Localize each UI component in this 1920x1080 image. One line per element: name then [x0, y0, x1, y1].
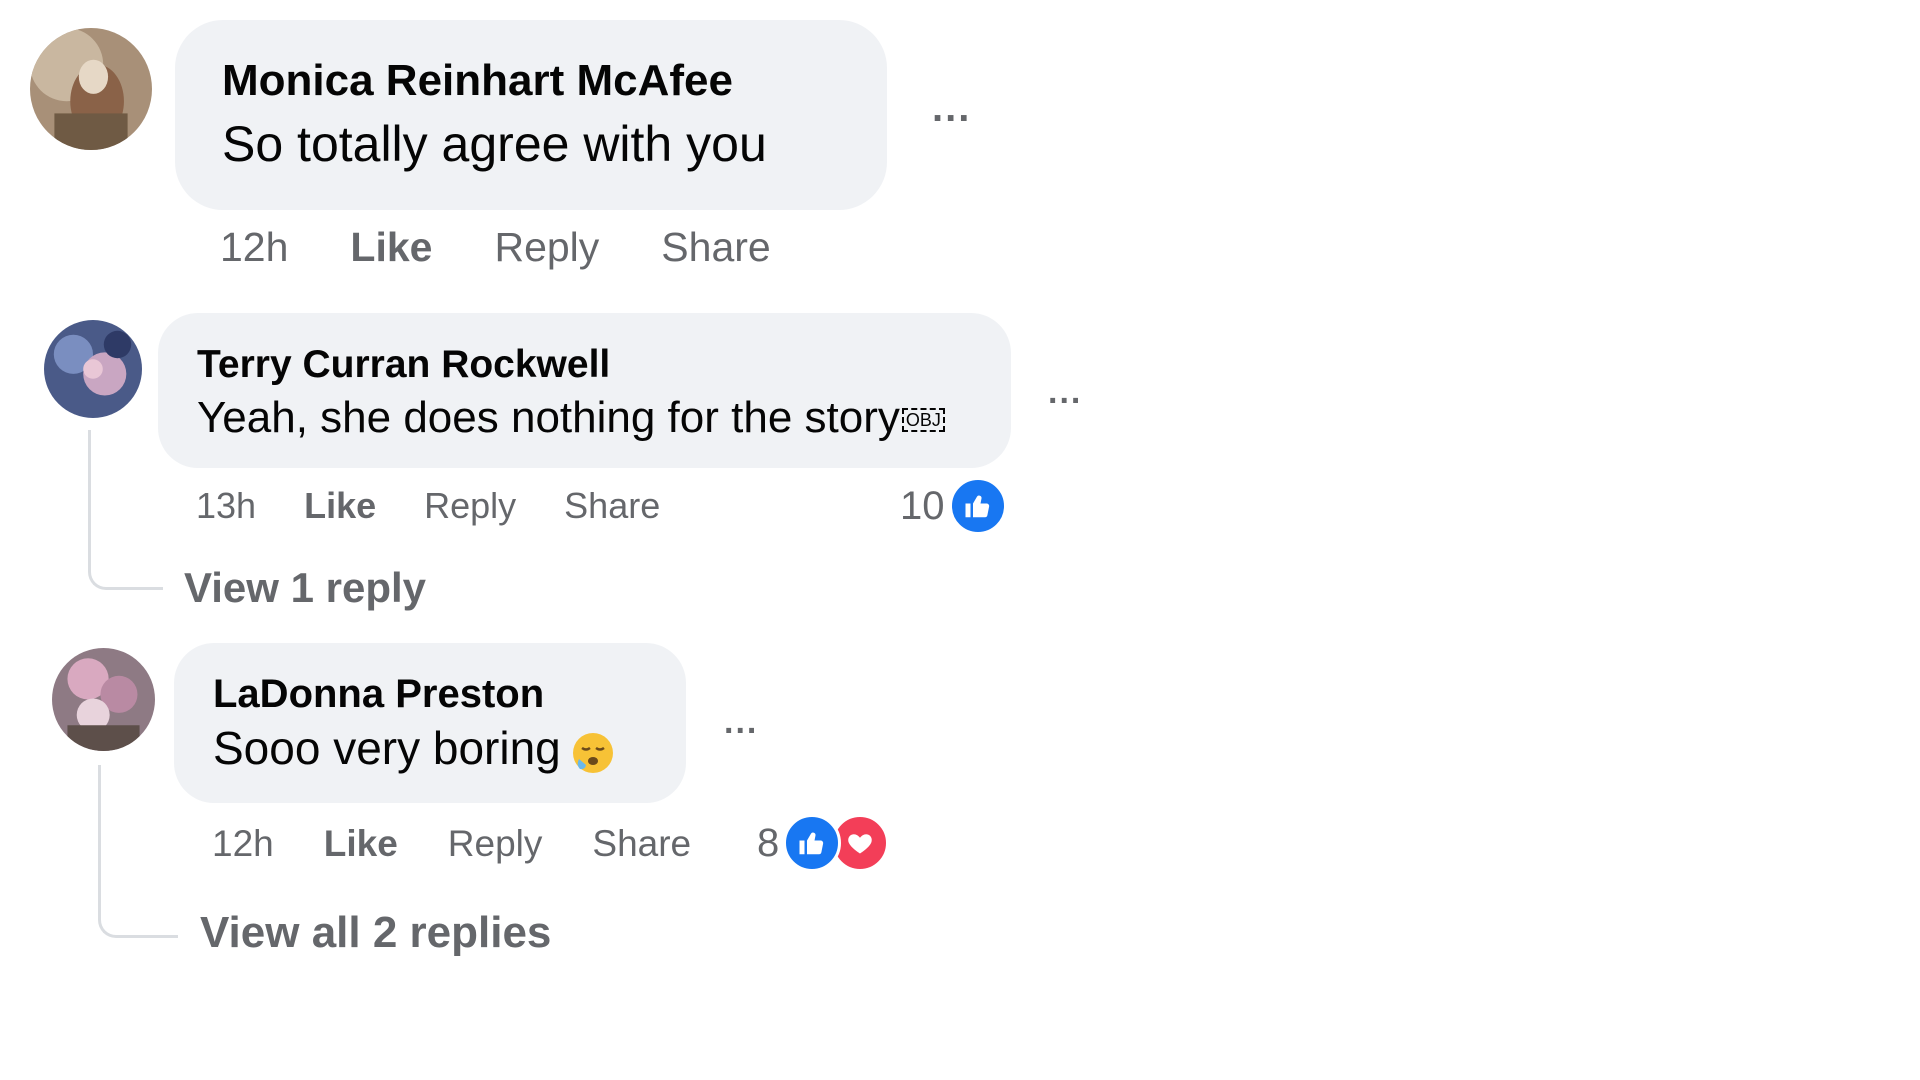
comment-text: So totally agree with you — [222, 116, 767, 172]
comment-author[interactable]: Terry Curran Rockwell — [197, 340, 610, 390]
like-button[interactable]: Like — [350, 224, 432, 271]
reply-button[interactable]: Reply — [494, 224, 599, 271]
comment-author[interactable]: LaDonna Preston — [213, 668, 544, 720]
comment-timestamp[interactable]: 12h — [212, 823, 274, 865]
share-button[interactable]: Share — [661, 224, 770, 271]
comment-actions: 12h Like Reply Share — [220, 222, 771, 272]
more-options-button[interactable]: ... — [724, 705, 758, 739]
more-options-button[interactable]: ... — [1048, 375, 1082, 409]
reply-button[interactable]: Reply — [448, 823, 543, 865]
comment-actions: 12h Like Reply Share — [212, 821, 691, 867]
reaction-count: 10 — [900, 483, 945, 528]
reaction-count: 8 — [757, 820, 780, 865]
comment-actions: 13h Like Reply Share — [196, 483, 660, 529]
comment-text: Sooo very boring — [213, 719, 615, 777]
thread-connector — [98, 765, 178, 938]
avatar[interactable] — [52, 648, 155, 751]
like-reaction-icon — [948, 477, 1007, 535]
reaction-summary[interactable]: 8 — [757, 814, 890, 872]
thread-connector — [88, 430, 163, 590]
like-button[interactable]: Like — [324, 823, 398, 865]
comment-timestamp[interactable]: 12h — [220, 224, 288, 271]
more-options-button[interactable]: ... — [932, 88, 971, 128]
embedded-object-icon: OBJ — [901, 408, 945, 433]
view-replies-link[interactable]: View 1 reply — [184, 563, 426, 613]
like-reaction-icon — [783, 814, 842, 872]
share-button[interactable]: Share — [592, 823, 691, 865]
comment-text: Yeah, she does nothing for the story OBJ — [197, 390, 945, 446]
comment-timestamp[interactable]: 13h — [196, 485, 256, 527]
view-replies-link[interactable]: View all 2 replies — [200, 907, 551, 959]
avatar[interactable] — [44, 320, 142, 418]
share-button[interactable]: Share — [564, 485, 660, 527]
comment-author[interactable]: Monica Reinhart McAfee — [222, 52, 733, 110]
like-button[interactable]: Like — [304, 485, 376, 527]
avatar[interactable] — [30, 28, 152, 150]
reply-button[interactable]: Reply — [424, 485, 516, 527]
reaction-summary[interactable]: 10 — [900, 477, 1007, 535]
sleepy-face-icon — [571, 730, 615, 774]
